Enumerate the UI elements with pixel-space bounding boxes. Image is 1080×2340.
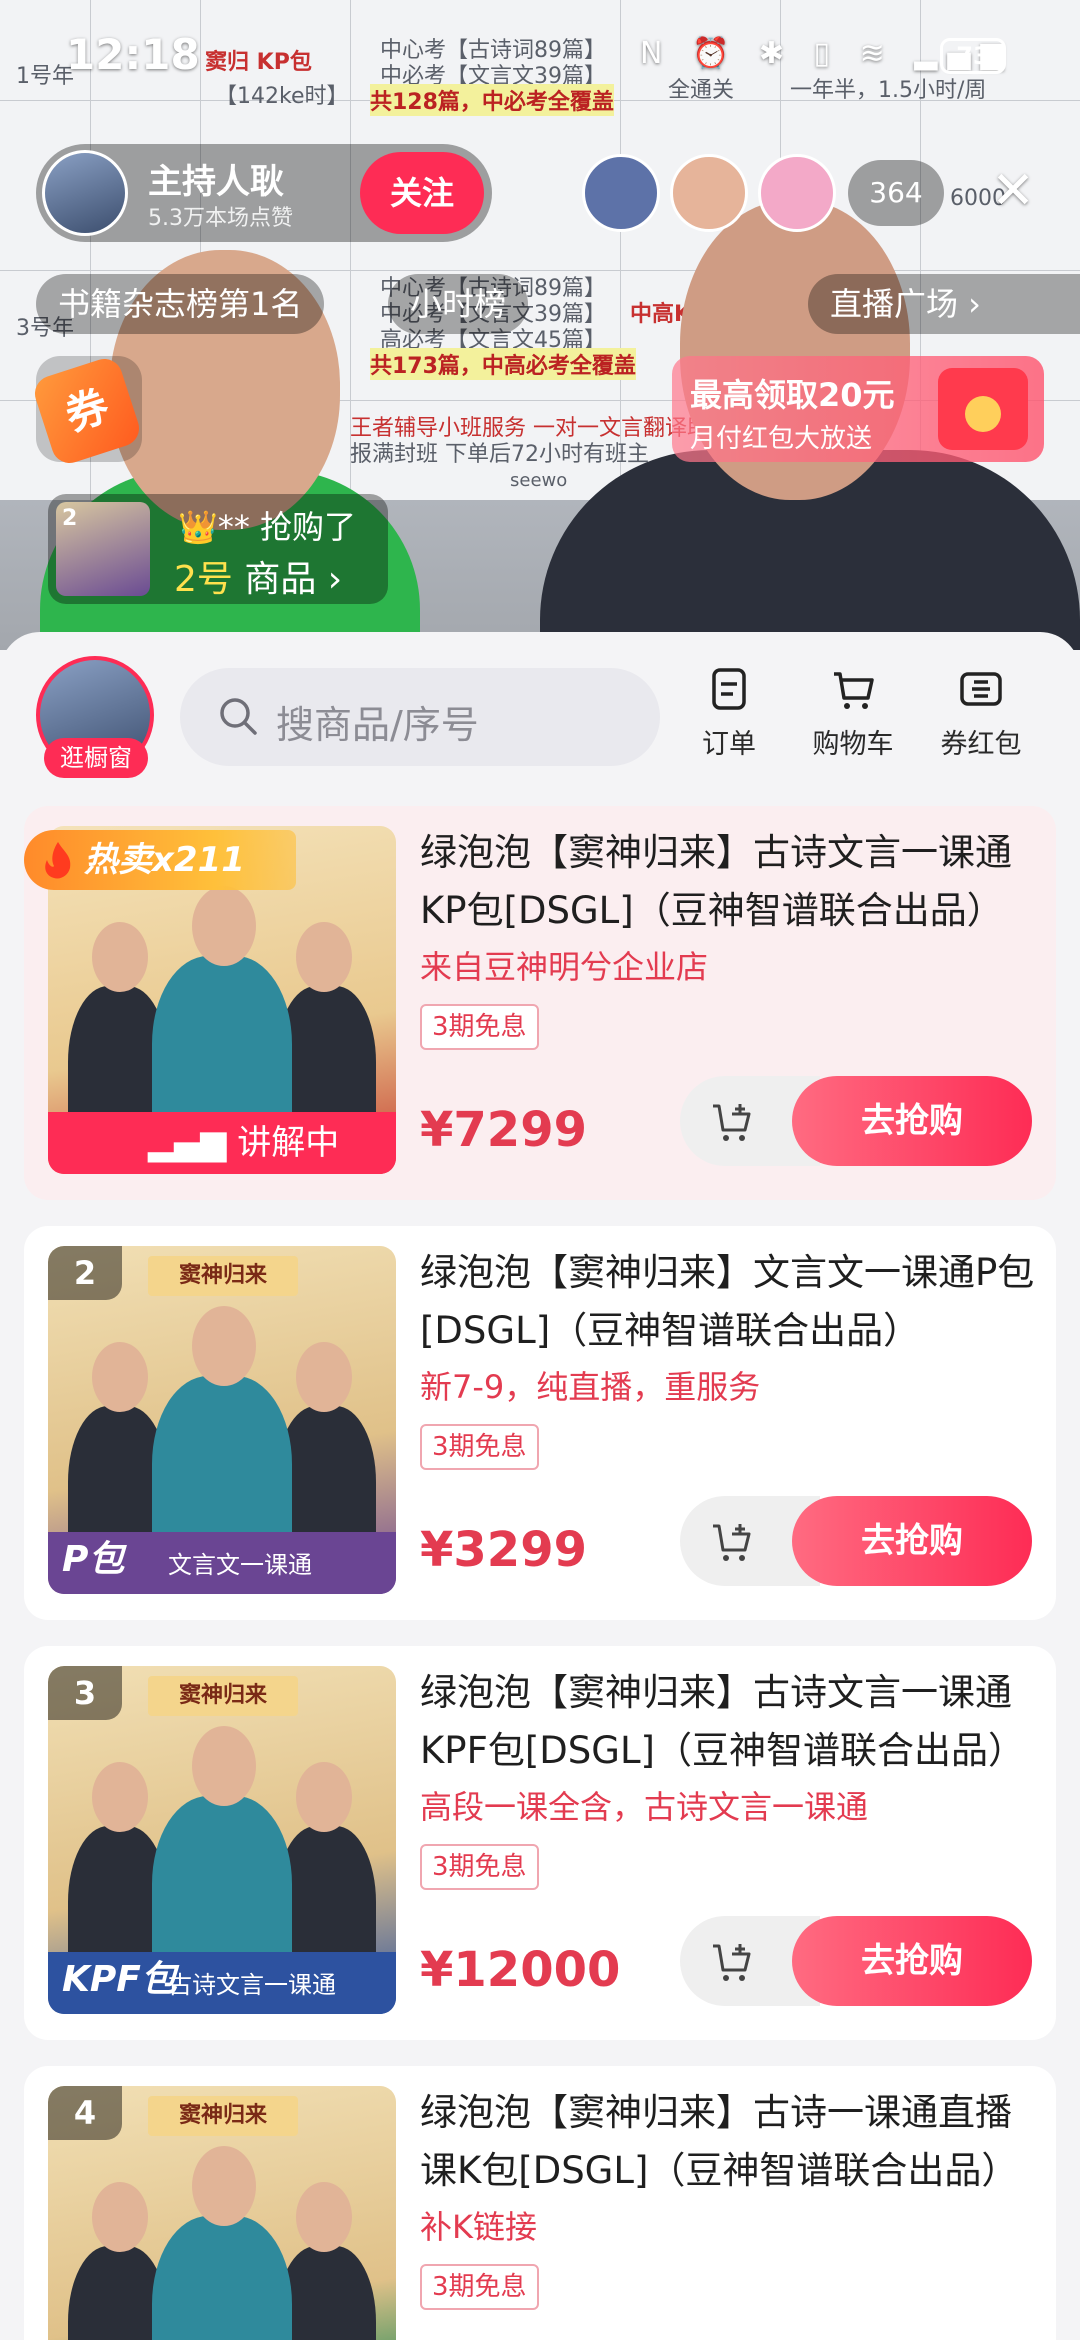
follow-button[interactable]: 关注 (360, 152, 484, 234)
purchase-user: 👑** 抢购了 (178, 508, 357, 546)
order-icon (712, 668, 746, 710)
product-image: 窦神归来 KPF包 古诗文言一课通 3 (48, 1666, 396, 2014)
package-tag: P包 (62, 1539, 125, 1580)
battery-icon: 73 (940, 38, 1006, 74)
add-cart-icon (713, 1944, 751, 1981)
shop-window-button[interactable]: 逛橱窗 (36, 656, 156, 778)
coupon-icon[interactable]: 券 (30, 354, 144, 468)
product-image: 窦神归来 P包 文言文一课通 2 (48, 1246, 396, 1594)
product-image: 窦神归来 4 (48, 2086, 396, 2340)
host-avatar[interactable] (42, 150, 128, 236)
product-rank: 2 (48, 1246, 122, 1300)
rank-chip[interactable]: 书籍杂志榜第1名 (36, 274, 325, 334)
product-title[interactable]: 绿泡泡【窦神归来】古诗一课通直播课K包[DSGL]（豆神智谱联合出品） (420, 2084, 1040, 2202)
hourly-rank-chip[interactable]: 小时榜 (388, 274, 529, 334)
add-cart-icon (713, 1524, 751, 1561)
live-bars-icon: ▂▄▆ (148, 1123, 238, 1163)
course-name: 古诗文言一课通 (168, 1971, 336, 1999)
course-name: 文言文一课通 (168, 1551, 312, 1579)
search-icon (220, 698, 257, 735)
product-title[interactable]: 绿泡泡【窦神归来】古诗文言一课通KP包[DSGL]（豆神智谱联合出品） (420, 824, 1040, 942)
live-plaza-chip[interactable]: 直播广场 › (808, 274, 1080, 334)
installment-badge: 3期免息 (420, 1004, 539, 1050)
product-title[interactable]: 绿泡泡【窦神归来】文言文一课通P包[DSGL]（豆神智谱联合出品） (420, 1244, 1040, 1362)
purchase-product: 2号 商品 › (174, 559, 343, 600)
cart-icon (834, 672, 874, 709)
viewer-avatar[interactable] (582, 154, 660, 232)
installment-badge: 3期免息 (420, 2264, 539, 2310)
product-subtitle: 来自豆神明兮企业店 (420, 948, 709, 986)
product-title[interactable]: 绿泡泡【窦神归来】古诗文言一课通KPF包[DSGL]（豆神智谱联合出品） (420, 1664, 1040, 1782)
live-explaining-badge: ▂▄▆ 讲解中 (48, 1112, 396, 1174)
status-bar: 12:18 N ⏰ ✱ ▯ ≋ ▂▄▆ 73 (0, 0, 1080, 120)
viewer-count[interactable]: 364 (848, 160, 944, 226)
product-card[interactable]: 窦神归来 P包 文言文一课通 2 绿泡泡【窦神归来】文言文一课通P包[DSGL]… (24, 1226, 1056, 1620)
product-banner: 窦神归来 (148, 1676, 298, 1716)
add-cart-icon (713, 1104, 751, 1141)
host-likes: 5.3万本场点赞 (148, 206, 293, 231)
product-price: ¥7299 (420, 1102, 587, 1158)
hot-sale-badge: 热卖x211 (24, 830, 296, 890)
viewer-avatar[interactable] (670, 154, 748, 232)
buy-now-button[interactable]: 去抢购 (792, 1076, 1032, 1166)
product-subtitle: 补K链接 (420, 2208, 537, 2246)
close-icon[interactable]: ✕ (988, 165, 1038, 217)
viewer-avatars[interactable]: 364 (582, 154, 952, 236)
installment-badge: 3期免息 (420, 1424, 539, 1470)
status-time: 12:18 (66, 30, 200, 79)
product-search[interactable]: 搜商品/序号 (180, 668, 660, 766)
flame-icon (45, 842, 71, 879)
viewer-avatar[interactable] (758, 154, 836, 232)
search-placeholder: 搜商品/序号 (276, 703, 479, 747)
shop-window-label: 逛橱窗 (44, 738, 148, 778)
buy-now-button[interactable]: 去抢购 (792, 1496, 1032, 1586)
red-packet-subtitle: 月付红包大放送 (690, 424, 873, 454)
package-tag: KPF包 (62, 1959, 177, 2000)
cart-button[interactable]: 购物车 (798, 666, 908, 766)
buy-now-button[interactable]: 去抢购 (792, 1916, 1032, 2006)
coupon-icon (960, 672, 1002, 706)
orders-button[interactable]: 订单 (674, 666, 784, 766)
purchase-index: 2 (62, 506, 78, 531)
product-subtitle: 新7-9，纯直播，重服务 (420, 1368, 761, 1406)
coupon-redpacket-button[interactable]: 券红包 (926, 666, 1036, 766)
product-price: ¥12000 (420, 1942, 621, 1998)
red-packet-title: 最高领取20元 (690, 376, 895, 414)
host-name: 主持人耿 (148, 162, 284, 202)
product-banner: 窦神归来 (148, 1256, 298, 1296)
red-envelope-icon (938, 368, 1028, 450)
installment-badge: 3期免息 (420, 1844, 539, 1890)
product-price: ¥3299 (420, 1522, 587, 1578)
product-subtitle: 高段一课全含，古诗文言一课通 (420, 1788, 869, 1826)
red-packet-banner[interactable]: 最高领取20元 月付红包大放送 (672, 356, 1044, 462)
product-card[interactable]: 窦神归来 4 绿泡泡【窦神归来】古诗一课通直播课K包[DSGL]（豆神智谱联合出… (24, 2066, 1056, 2340)
product-banner: 窦神归来 (148, 2096, 298, 2136)
product-card[interactable]: 窦神归来 KPF包 古诗文言一课通 3 绿泡泡【窦神归来】古诗文言一课通KPF包… (24, 1646, 1056, 2040)
product-rank: 4 (48, 2086, 122, 2140)
product-rank: 3 (48, 1666, 122, 1720)
purchase-notification[interactable]: 2 👑** 抢购了 2号 商品 › (48, 494, 388, 604)
